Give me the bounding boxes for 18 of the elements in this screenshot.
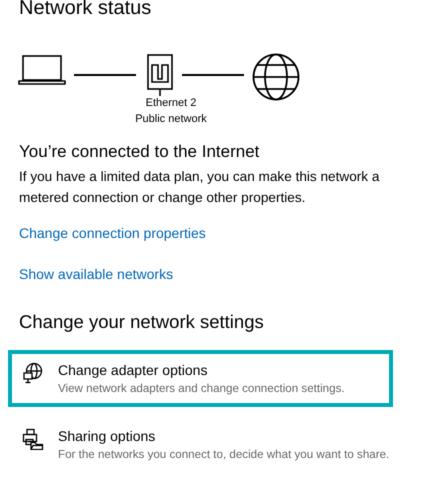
- laptop-icon: [18, 53, 66, 85]
- option-title: Sharing options: [58, 427, 156, 446]
- ethernet-port-icon: [144, 53, 174, 97]
- status-heading: You’re connected to the Internet: [19, 141, 260, 163]
- network-type: Public network: [135, 112, 207, 127]
- adapter-name: Ethernet 2: [146, 96, 196, 111]
- globe-icon: [252, 53, 300, 101]
- section-heading: Change your network settings: [19, 310, 265, 334]
- adapter-options-item[interactable]: Change adapter options View network adapters and change connection settings.: [8, 350, 393, 407]
- settings-link[interactable]: Change connection properties: [19, 223, 206, 243]
- globe-monitor-icon: [22, 362, 44, 384]
- option-title: Change adapter options: [58, 361, 208, 380]
- status-description: If you have a limited data plan, you can make this network a metered connection or change other properties.: [19, 168, 380, 207]
- sharing-options-item[interactable]: Sharing options For the networks you connect to, decide what you want to share.: [8, 416, 393, 473]
- option-description: For the networks you connect to, decide what you want to share.: [58, 447, 390, 463]
- option-description: View network adapters and change connection settings.: [58, 381, 345, 397]
- settings-link[interactable]: Show available networks: [19, 264, 174, 284]
- printer-folder-icon: [22, 428, 44, 450]
